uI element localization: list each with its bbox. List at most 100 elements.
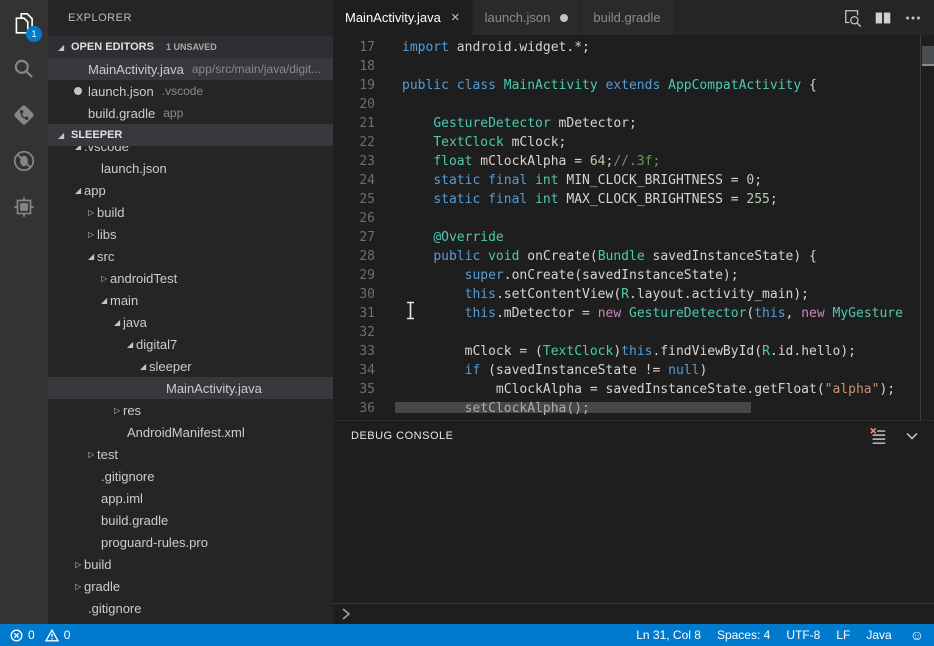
- code-line[interactable]: 34 if (savedInstanceState != null): [333, 361, 934, 380]
- project-section-header[interactable]: ◢ SLEEPER: [48, 124, 333, 146]
- open-editor-item-mainactivity-java[interactable]: MainActivity.javaapp/src/main/java/digit…: [48, 58, 333, 80]
- search-activity-button[interactable]: [0, 46, 48, 92]
- tree-item-src[interactable]: ◢src: [48, 245, 333, 267]
- tree-item-build[interactable]: ▷build: [48, 201, 333, 223]
- scrollbar-marker: [922, 64, 934, 66]
- code-editor[interactable]: 17import android.widget.*;1819public cla…: [333, 35, 934, 420]
- code-text: static final int MIN_CLOCK_BRIGHTNESS = …: [375, 171, 762, 190]
- code-text: mClockAlpha = savedInstanceState.getFloa…: [375, 380, 895, 399]
- status-item-ln-31-col-8[interactable]: Ln 31, Col 8: [628, 624, 709, 646]
- tree-item-build[interactable]: ▷build: [48, 553, 333, 575]
- tree-item-proguard-rules-pro[interactable]: proguard-rules.pro: [48, 531, 333, 553]
- tree-item-app-iml[interactable]: app.iml: [48, 487, 333, 509]
- chevron-expanded-icon: ◢: [140, 362, 149, 371]
- open-editor-item-launch-json[interactable]: launch.json.vscode: [48, 80, 333, 102]
- extensions-activity-button[interactable]: [0, 184, 48, 230]
- tree-item-main[interactable]: ◢main: [48, 289, 333, 311]
- code-line[interactable]: 29 super.onCreate(savedInstanceState);: [333, 266, 934, 285]
- tree-item-app[interactable]: ◢app: [48, 179, 333, 201]
- code-text: public class MainActivity extends AppCom…: [375, 76, 817, 95]
- code-line[interactable]: 19public class MainActivity extends AppC…: [333, 76, 934, 95]
- tree-item-androidtest[interactable]: ▷androidTest: [48, 267, 333, 289]
- tree-item-label: .vscode: [84, 146, 129, 154]
- split-editor-button[interactable]: [872, 7, 894, 29]
- tree-item-gitignore[interactable]: .gitignore: [48, 597, 333, 619]
- tree-item-digital7[interactable]: ◢digital7: [48, 333, 333, 355]
- tree-item-label: src: [97, 249, 114, 264]
- code-line[interactable]: 30 this.setContentView(R.layout.activity…: [333, 285, 934, 304]
- tree-item-label: androidTest: [110, 271, 177, 286]
- tree-item-launch-json[interactable]: launch.json: [48, 157, 333, 179]
- activity-bar: 1: [0, 0, 48, 624]
- code-line[interactable]: 32: [333, 323, 934, 342]
- open-preview-button[interactable]: [842, 7, 864, 29]
- code-line[interactable]: 18: [333, 57, 934, 76]
- code-line[interactable]: 33 mClock = (TextClock)this.findViewById…: [333, 342, 934, 361]
- problems-status[interactable]: 0 0: [0, 628, 70, 642]
- tree-item-mainactivity-java[interactable]: MainActivity.java: [48, 377, 333, 399]
- tab-build-gradle[interactable]: build.gradle: [581, 0, 673, 35]
- code-line[interactable]: 24 static final int MIN_CLOCK_BRIGHTNESS…: [333, 171, 934, 190]
- open-editors-header[interactable]: ◢ OPEN EDITORS 1 UNSAVED: [48, 36, 333, 58]
- tree-item-libs[interactable]: ▷libs: [48, 223, 333, 245]
- chevron-collapsed-icon: ▷: [101, 274, 110, 283]
- horizontal-scrollbar[interactable]: [395, 402, 751, 413]
- explorer-activity-button[interactable]: 1: [0, 0, 48, 46]
- code-line[interactable]: 27 @Override: [333, 228, 934, 247]
- tree-item-gitignore[interactable]: .gitignore: [48, 465, 333, 487]
- clear-console-button[interactable]: [868, 426, 888, 446]
- code-line[interactable]: 31 this.mDetector = new GestureDetector(…: [333, 304, 934, 323]
- status-item-spaces-4[interactable]: Spaces: 4: [709, 624, 778, 646]
- tree-item-sleeper[interactable]: ◢sleeper: [48, 355, 333, 377]
- open-editors-list: MainActivity.javaapp/src/main/java/digit…: [48, 58, 333, 124]
- line-number: 25: [333, 190, 375, 209]
- tree-item-androidmanifest-xml[interactable]: AndroidManifest.xml: [48, 421, 333, 443]
- modified-dot: [74, 87, 82, 95]
- status-item-utf-8[interactable]: UTF-8: [778, 624, 828, 646]
- tab-mainactivity-java[interactable]: MainActivity.java×: [333, 0, 473, 35]
- panel-header[interactable]: DEBUG CONSOLE: [333, 421, 934, 451]
- more-actions-button[interactable]: [902, 7, 924, 29]
- code-line[interactable]: 22 TextClock mClock;: [333, 133, 934, 152]
- code-line[interactable]: 20: [333, 95, 934, 114]
- code-text: if (savedInstanceState != null): [375, 361, 707, 380]
- chevron-collapsed-icon: ▷: [88, 450, 97, 459]
- code-text: GestureDetector mDetector;: [375, 114, 637, 133]
- code-line[interactable]: 23 float mClockAlpha = 64;//.3f;: [333, 152, 934, 171]
- tree-item-java[interactable]: ◢java: [48, 311, 333, 333]
- modified-dot-slot: [74, 87, 88, 95]
- code-line[interactable]: 28 public void onCreate(Bundle savedInst…: [333, 247, 934, 266]
- line-number: 35: [333, 380, 375, 399]
- chevron-expanded-icon: ◢: [58, 43, 67, 52]
- code-line[interactable]: 21 GestureDetector mDetector;: [333, 114, 934, 133]
- code-line[interactable]: 26: [333, 209, 934, 228]
- close-icon[interactable]: ×: [451, 10, 460, 25]
- close-panel-button[interactable]: [902, 426, 922, 446]
- scrollbar-thumb[interactable]: [922, 46, 934, 64]
- code-line[interactable]: 17import android.widget.*;: [333, 38, 934, 57]
- console-prompt-icon: [341, 607, 351, 621]
- tree-item-res[interactable]: ▷res: [48, 399, 333, 421]
- status-right-items: Ln 31, Col 8Spaces: 4UTF-8LFJava☺: [628, 624, 934, 646]
- feedback-smiley-icon[interactable]: ☺: [900, 627, 934, 643]
- code-lines: 17import android.widget.*;1819public cla…: [333, 35, 934, 418]
- code-line[interactable]: 25 static final int MAX_CLOCK_BRIGHTNESS…: [333, 190, 934, 209]
- file-path: .vscode: [162, 84, 333, 98]
- search-icon: [11, 56, 37, 82]
- file-tree: ◢.vscodelaunch.json◢app▷build▷libs◢src▷a…: [48, 146, 333, 624]
- status-item-lf[interactable]: LF: [828, 624, 858, 646]
- source-control-activity-button[interactable]: [0, 92, 48, 138]
- vscode-window: 1: [0, 0, 934, 646]
- modified-dot: [74, 65, 82, 73]
- tree-item-vscode[interactable]: ◢.vscode: [48, 146, 333, 157]
- tree-item-gradle[interactable]: ▷gradle: [48, 575, 333, 597]
- code-line[interactable]: 35 mClockAlpha = savedInstanceState.getF…: [333, 380, 934, 399]
- tree-item-test[interactable]: ▷test: [48, 443, 333, 465]
- vertical-scrollbar[interactable]: [920, 35, 934, 420]
- status-item-java[interactable]: Java: [858, 624, 899, 646]
- tab-launch-json[interactable]: launch.json: [473, 0, 582, 35]
- open-editor-item-build-gradle[interactable]: build.gradleapp: [48, 102, 333, 124]
- debug-activity-button[interactable]: [0, 138, 48, 184]
- tree-item-build-gradle[interactable]: build.gradle: [48, 509, 333, 531]
- debug-console-input[interactable]: [333, 603, 934, 624]
